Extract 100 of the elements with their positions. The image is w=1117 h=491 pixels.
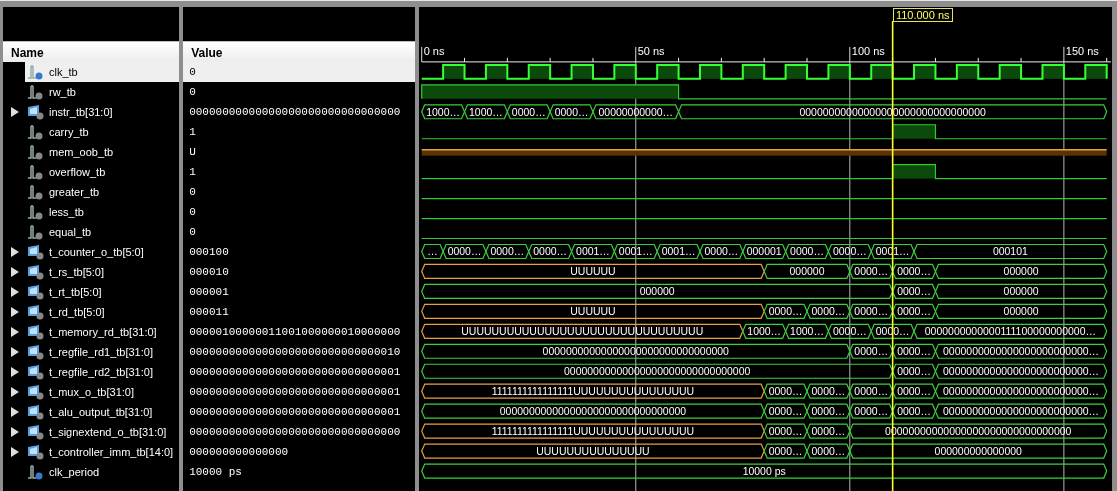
bus-value: 1000… xyxy=(426,106,460,118)
signal-value: 0 xyxy=(189,86,196,98)
expand-arrow-icon[interactable] xyxy=(9,247,19,257)
expand-arrow-icon[interactable] xyxy=(9,267,19,277)
expand-arrow-icon[interactable] xyxy=(9,347,19,357)
bus-value: 0000… xyxy=(897,386,931,398)
bus-value: 1111111111111111UUUUUUUUUUUUUUUU xyxy=(491,426,695,438)
bus-signal-icon xyxy=(27,404,45,420)
bus-value: 0000… xyxy=(811,306,846,318)
wire-signal-icon xyxy=(27,224,45,240)
bus-value: 0000… xyxy=(554,106,589,118)
bus-value: 0000… xyxy=(854,386,889,398)
signal-value: 1 xyxy=(189,126,196,138)
cursor-time-label: 110.000 ns xyxy=(892,8,953,22)
bus-value: UUUUUU xyxy=(570,266,616,278)
bus-value: 0000… xyxy=(811,426,846,438)
signal-name: rw_tb xyxy=(49,86,76,98)
bus-value: 0000… xyxy=(811,386,846,398)
expand-arrow-icon[interactable] xyxy=(9,387,19,397)
signal-value: 0 xyxy=(189,226,196,238)
signal-name: t_memory_rd_tb[31:0] xyxy=(49,326,157,338)
bus-value: 00000000000… xyxy=(598,106,674,118)
bus-value: 1000… xyxy=(790,326,824,338)
signal-name: overflow_tb xyxy=(49,166,106,178)
bus-value: 0000… xyxy=(832,246,867,258)
bus-signal-icon xyxy=(27,444,45,460)
signal-value: 0 xyxy=(189,186,196,198)
bus-value: 0000… xyxy=(768,386,803,398)
wire-signal-icon xyxy=(27,64,45,80)
bus-value: 1111111111111111UUUUUUUUUUUUUUUU xyxy=(491,386,695,398)
expand-arrow-icon[interactable] xyxy=(9,287,19,297)
bus-value: 000000 xyxy=(1003,266,1039,278)
signal-name: t_rd_tb[5:0] xyxy=(49,306,105,318)
bus-value: 10000 ps xyxy=(742,466,786,478)
signal-name: clk_tb xyxy=(49,66,78,78)
name-column-header[interactable]: Name xyxy=(3,41,180,62)
bus-value: 0000… xyxy=(854,266,889,278)
bus-signal-icon xyxy=(27,384,45,400)
bus-value: 0000… xyxy=(768,306,803,318)
signal-value: 10000 ps xyxy=(189,466,242,478)
time-label: 0 ns xyxy=(423,44,445,57)
signal-name: less_tb xyxy=(49,206,84,218)
expand-arrow-icon[interactable] xyxy=(9,367,19,377)
bus-value: 1000… xyxy=(747,326,782,338)
bus-value: 000000 xyxy=(1003,306,1039,318)
bus-value: 000000000000000 xyxy=(934,446,1022,458)
wire-signal-icon xyxy=(27,184,45,200)
signal-name: t_rt_tb[5:0] xyxy=(49,286,102,298)
bus-value: 0000000000000000000000000… xyxy=(943,386,1100,398)
bus-value: 00000000000000000000000000000000 xyxy=(564,366,751,378)
bus-value: 0000… xyxy=(533,246,568,258)
expand-arrow-icon[interactable] xyxy=(9,407,19,417)
time-label: 50 ns xyxy=(637,44,665,57)
bus-value: 0000… xyxy=(854,306,889,318)
bus-value: … xyxy=(427,246,438,258)
major-tick xyxy=(1063,46,1065,63)
expand-arrow-icon[interactable] xyxy=(9,427,19,437)
expand-arrow-icon[interactable] xyxy=(9,447,19,457)
bus-value: 0000… xyxy=(811,446,846,458)
signal-value: 000011 xyxy=(189,306,229,318)
bus-value: 0000… xyxy=(790,246,824,258)
major-tick xyxy=(421,46,423,63)
bus-value: 0000… xyxy=(447,246,482,258)
bus-signal-icon xyxy=(27,244,45,260)
bus-value: 0000… xyxy=(897,366,931,378)
bus-value: 0000… xyxy=(768,446,803,458)
bus-value: UUUUUUUUUUUUUUU xyxy=(536,446,650,458)
signal-name: t_regfile_rd2_tb[31:0] xyxy=(49,366,153,378)
signal-value: 00000000000000000000000000000001 xyxy=(189,366,401,378)
wire-signal-icon xyxy=(27,144,45,160)
bus-value: 0000… xyxy=(897,286,931,298)
signal-name: t_regfile_rd1_tb[31:0] xyxy=(49,346,153,358)
expand-arrow-icon[interactable] xyxy=(9,307,19,317)
signal-name: t_counter_o_tb[5:0] xyxy=(49,246,144,258)
bus-value: 0000000000000000000000000… xyxy=(943,366,1100,378)
bus-signal-icon xyxy=(27,304,45,320)
bus-value: 0000… xyxy=(832,326,867,338)
signal-name: greater_tb xyxy=(49,186,100,198)
signal-name: t_mux_o_tb[31:0] xyxy=(49,386,134,398)
bus-value: 0000… xyxy=(897,406,931,418)
value-column-header[interactable]: Value xyxy=(183,41,415,62)
bus-value: 0000000000000000000000000… xyxy=(943,406,1100,418)
signal-value: U xyxy=(189,146,196,158)
expand-arrow-icon[interactable] xyxy=(9,107,19,117)
signal-value: 000001 xyxy=(189,286,229,298)
bus-value: 0000000000000111100000000000… xyxy=(924,326,1096,338)
signal-name: carry_tb xyxy=(49,126,89,138)
bus-signal-icon xyxy=(27,264,45,280)
bus-value: 0000… xyxy=(768,426,803,438)
signal-name: t_alu_output_tb[31:0] xyxy=(49,406,153,418)
signal-value: 00000000000000000000000000000010 xyxy=(189,346,401,358)
wire-signal-icon xyxy=(27,84,45,100)
signal-name: t_signextend_o_tb[31:0] xyxy=(49,426,167,438)
bus-signal-icon xyxy=(27,324,45,340)
expand-arrow-icon[interactable] xyxy=(9,327,19,337)
bus-value: 000000 xyxy=(639,286,675,298)
bus-value: 0001… xyxy=(661,246,696,258)
signal-value: 00000000000000000000000000000001 xyxy=(189,406,401,418)
signal-name: instr_tb[31:0] xyxy=(49,106,113,118)
signal-value: 0 xyxy=(189,66,196,78)
